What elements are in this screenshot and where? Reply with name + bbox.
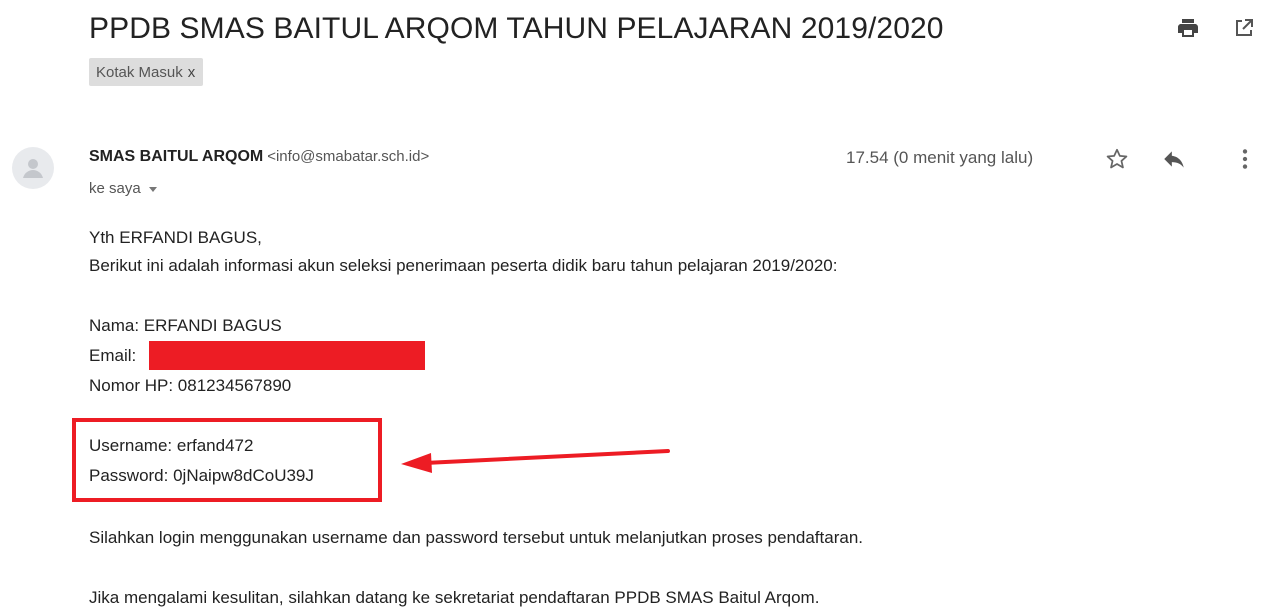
sender-info: SMAS BAITUL ARQOM <info@smabatar.sch.id> [89,148,429,166]
sender-name[interactable]: SMAS BAITUL ARQOM [89,148,263,165]
body-greeting: Yth ERFANDI BAGUS, [89,228,262,247]
body-intro: Berikut ini adalah informasi akun seleks… [89,256,838,275]
open-in-new-window-icon[interactable] [1232,16,1256,40]
reply-icon[interactable] [1161,146,1187,172]
label-chip-text: Kotak Masuk [96,63,183,81]
body-help: Jika mengalami kesulitan, silahkan datan… [89,588,820,607]
redaction-bar [149,341,425,370]
default-avatar-icon [12,147,54,189]
more-vertical-icon[interactable] [1232,146,1258,172]
email-subject: PPDB SMAS BAITUL ARQOM TAHUN PELAJARAN 2… [89,12,944,45]
label-chip-inbox[interactable]: Kotak Masuk x [89,58,204,86]
body-nomor-hp: Nomor HP: 081234567890 [89,376,292,395]
sender-email: <info@smabatar.sch.id> [267,148,430,165]
body-email-label: Email: [89,346,137,365]
chevron-down-icon [148,187,157,192]
remove-label-icon[interactable]: x [188,64,196,81]
body-nama: Nama: ERFANDI BAGUS [89,316,282,335]
recipient-label: ke saya [89,180,141,197]
message-timestamp: 17.54 (0 menit yang lalu) [846,148,1034,167]
print-icon[interactable] [1176,16,1200,40]
annotation-arrow-icon [401,449,670,473]
body-instruction: Silahkan login menggunakan username dan … [89,528,863,547]
star-icon[interactable] [1104,146,1130,172]
recipient-details-toggle[interactable]: ke saya [89,180,157,197]
annotation-highlight-box [72,418,382,502]
